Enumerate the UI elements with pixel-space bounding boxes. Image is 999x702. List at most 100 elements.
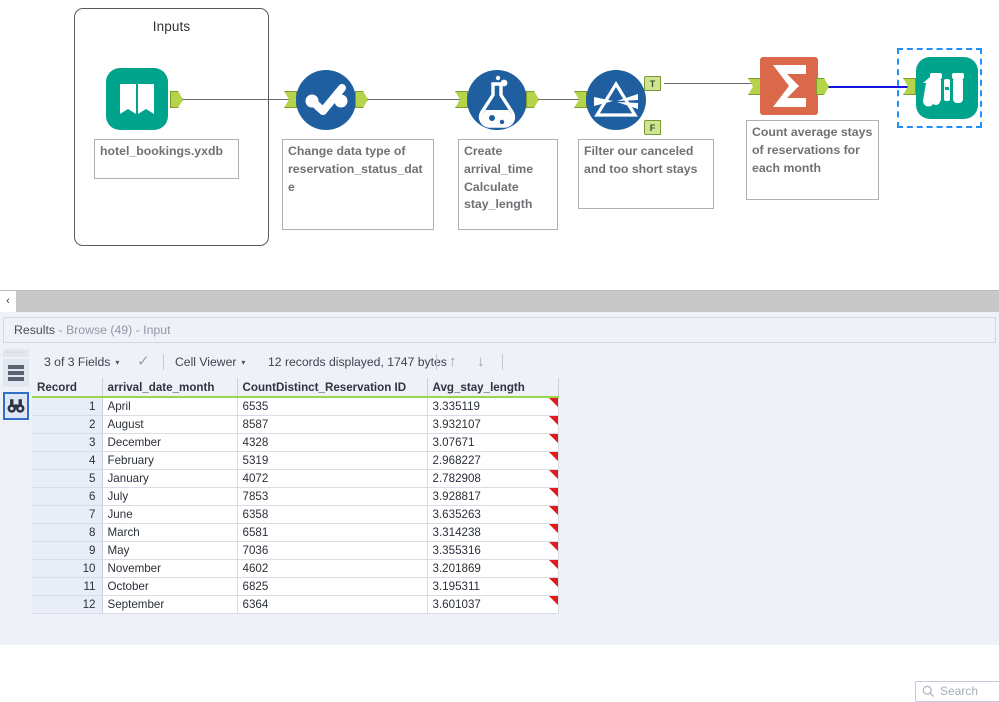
cell-avg-stay-length[interactable]: 2.782908 [427, 469, 559, 488]
table-row[interactable]: 12 September 6364 3.601037 [32, 595, 559, 614]
fields-applied-check[interactable]: ✓ [137, 348, 150, 376]
chevron-down-icon-viewer[interactable]: ▾ [241, 349, 245, 377]
results-table-wrapper[interactable]: Record arrival_date_month CountDistinct_… [32, 378, 559, 614]
cell-record[interactable]: 2 [32, 415, 103, 434]
table-row[interactable]: 4 February 5319 2.968227 [32, 451, 559, 470]
binoculars-icon[interactable] [916, 57, 978, 119]
fields-selector[interactable]: 3 of 3 Fields ▾ [44, 348, 119, 377]
book-open-icon[interactable] [106, 68, 168, 130]
table-row[interactable]: 3 December 4328 3.07671 [32, 433, 559, 452]
cell-arrival-date-month[interactable]: December [102, 433, 238, 452]
collapse-panel-button[interactable]: ‹ [0, 291, 16, 313]
cell-avg-stay-length[interactable]: 3.07671 [427, 433, 559, 452]
cell-arrival-date-month[interactable]: May [102, 541, 238, 560]
cell-record[interactable]: 6 [32, 487, 103, 506]
cell-arrival-date-month[interactable]: November [102, 559, 238, 578]
cell-record[interactable]: 11 [32, 577, 103, 596]
cell-countdistinct-reservation-id[interactable]: 6364 [237, 595, 428, 614]
node-browse-tool[interactable] [903, 57, 978, 119]
table-row[interactable]: 8 March 6581 3.314238 [32, 523, 559, 542]
cell-record[interactable]: 12 [32, 595, 103, 614]
cell-countdistinct-reservation-id[interactable]: 7853 [237, 487, 428, 506]
cell-arrival-date-month[interactable]: August [102, 415, 238, 434]
scroll-down-button[interactable]: ↓ [477, 348, 485, 376]
check-select-icon[interactable] [296, 70, 356, 130]
select-output-anchor[interactable] [355, 91, 368, 108]
cell-note-flag-icon [548, 559, 557, 569]
cell-record[interactable]: 10 [32, 559, 103, 578]
cell-arrival-date-month[interactable]: July [102, 487, 238, 506]
table-row[interactable]: 7 June 6358 3.635263 [32, 505, 559, 524]
cell-avg-stay-length[interactable]: 2.968227 [427, 451, 559, 470]
cell-countdistinct-reservation-id[interactable]: 4602 [237, 559, 428, 578]
prism-filter-icon[interactable] [586, 70, 646, 130]
panel-splitter[interactable]: ‹ [0, 290, 999, 313]
col-header-arrival-date-month[interactable]: arrival_date_month [102, 378, 238, 398]
cell-countdistinct-reservation-id[interactable]: 6358 [237, 505, 428, 524]
search-input[interactable]: Search [915, 681, 999, 702]
cell-countdistinct-reservation-id[interactable]: 4072 [237, 469, 428, 488]
table-row[interactable]: 11 October 6825 3.195311 [32, 577, 559, 596]
cell-avg-stay-length[interactable]: 3.928817 [427, 487, 559, 506]
cell-avg-stay-length[interactable]: 3.932107 [427, 415, 559, 434]
table-row[interactable]: 1 April 6535 3.335119 [32, 397, 559, 416]
cell-countdistinct-reservation-id[interactable]: 7036 [237, 541, 428, 560]
cell-record[interactable]: 7 [32, 505, 103, 524]
flask-icon[interactable] [467, 70, 527, 130]
rows-view-icon[interactable] [3, 359, 29, 387]
cell-avg-stay-length[interactable]: 3.355316 [427, 541, 559, 560]
cell-record[interactable]: 4 [32, 451, 103, 470]
table-row[interactable]: 2 August 8587 3.932107 [32, 415, 559, 434]
cell-avg-stay-length[interactable]: 3.635263 [427, 505, 559, 524]
node-select-tool[interactable] [284, 70, 368, 130]
filter-true-anchor[interactable]: T [644, 76, 661, 91]
table-row[interactable]: 10 November 4602 3.201869 [32, 559, 559, 578]
browse-binoculars-icon[interactable] [3, 392, 29, 420]
col-header-countdistinct-reservation-id[interactable]: CountDistinct_Reservation ID [237, 378, 428, 398]
cell-countdistinct-reservation-id[interactable]: 6535 [237, 397, 428, 416]
cell-arrival-date-month[interactable]: October [102, 577, 238, 596]
sigma-icon[interactable] [760, 57, 818, 115]
cell-arrival-date-month[interactable]: April [102, 397, 238, 416]
cell-record[interactable]: 8 [32, 523, 103, 542]
node-summarize-tool[interactable] [748, 57, 829, 115]
cell-record[interactable]: 9 [32, 541, 103, 560]
cell-record[interactable]: 3 [32, 433, 103, 452]
cell-countdistinct-reservation-id[interactable]: 8587 [237, 415, 428, 434]
results-tab[interactable]: Results - Browse (49) - Input [3, 317, 996, 343]
col-header-avg-stay-length[interactable]: Avg_stay_length [427, 378, 559, 398]
rail-drag-handle[interactable]: ····· [3, 349, 29, 357]
results-panel: Results - Browse (49) - Input 3 of 3 Fie… [0, 312, 999, 702]
cell-arrival-date-month[interactable]: January [102, 469, 238, 488]
cell-avg-stay-length[interactable]: 3.335119 [427, 397, 559, 416]
table-row[interactable]: 9 May 7036 3.355316 [32, 541, 559, 560]
node-formula-tool[interactable] [455, 70, 539, 130]
node-filter-tool[interactable]: T F [574, 70, 661, 135]
cell-avg-stay-length[interactable]: 3.314238 [427, 523, 559, 542]
cell-avg-stay-length[interactable]: 3.195311 [427, 577, 559, 596]
cell-arrival-date-month[interactable]: June [102, 505, 238, 524]
table-row[interactable]: 5 January 4072 2.782908 [32, 469, 559, 488]
cell-avg-stay-length[interactable]: 3.201869 [427, 559, 559, 578]
workflow-canvas[interactable]: Inputs hotel_bookings.yxdb Change data t… [0, 0, 999, 290]
cell-arrival-date-month[interactable]: March [102, 523, 238, 542]
cell-countdistinct-reservation-id[interactable]: 5319 [237, 451, 428, 470]
cell-record[interactable]: 1 [32, 397, 103, 416]
col-header-record[interactable]: Record [32, 378, 103, 398]
tool-container-inputs[interactable]: Inputs [74, 8, 269, 246]
table-row[interactable]: 6 July 7853 3.928817 [32, 487, 559, 506]
node-input-tool[interactable] [106, 68, 183, 130]
summarize-output-anchor[interactable] [816, 78, 829, 95]
chevron-down-icon[interactable]: ▾ [115, 349, 119, 377]
scroll-up-button[interactable]: ↑ [449, 348, 457, 376]
cell-arrival-date-month[interactable]: February [102, 451, 238, 470]
cell-countdistinct-reservation-id[interactable]: 4328 [237, 433, 428, 452]
cell-countdistinct-reservation-id[interactable]: 6825 [237, 577, 428, 596]
cell-countdistinct-reservation-id[interactable]: 6581 [237, 523, 428, 542]
filter-false-anchor[interactable]: F [644, 120, 661, 135]
cell-arrival-date-month[interactable]: September [102, 595, 238, 614]
cell-record[interactable]: 5 [32, 469, 103, 488]
cell-avg-stay-length[interactable]: 3.601037 [427, 595, 559, 614]
cell-viewer-selector[interactable]: Cell Viewer ▾ [175, 348, 245, 377]
formula-output-anchor[interactable] [526, 91, 539, 108]
